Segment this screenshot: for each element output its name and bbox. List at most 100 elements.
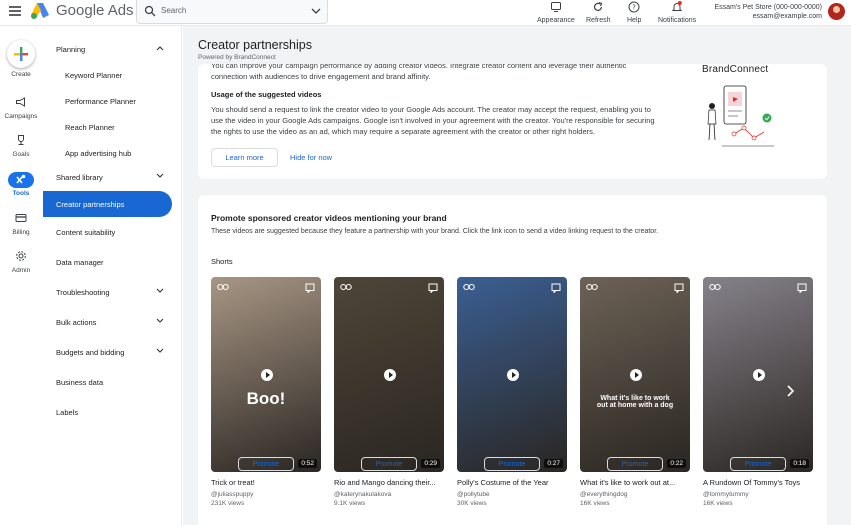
video-duration: 0:22	[667, 459, 686, 468]
notifications-label: Notifications	[658, 17, 697, 24]
video-title: Rio and Mango dancing their...	[334, 478, 436, 487]
sidebar-item-keyword-planner[interactable]: Keyword Planner	[43, 62, 182, 88]
sidebar-item-business-data[interactable]: Business data	[43, 369, 182, 395]
chevron-down-icon	[156, 348, 164, 353]
appearance-label: Appearance	[537, 17, 575, 24]
rail-create[interactable]: Create	[0, 40, 42, 78]
sidebar-item-shared-library[interactable]: Shared library	[43, 164, 182, 190]
video-thumbnail[interactable]: Boo! 0:52	[211, 277, 321, 472]
rail-campaigns[interactable]: Campaigns	[0, 96, 42, 120]
link-icon[interactable]	[340, 283, 352, 291]
usage-body: You should send a request to link the cr…	[211, 105, 655, 136]
rail-billing[interactable]: Billing	[0, 212, 42, 236]
sidebar-item-content-suitability[interactable]: Content suitability	[43, 219, 182, 245]
learn-more-button[interactable]: Learn more	[211, 148, 278, 167]
sidebar-item-reach-planner[interactable]: Reach Planner	[43, 114, 182, 140]
main-content: Creator partnerships Powered by BrandCon…	[183, 26, 851, 525]
link-icon[interactable]	[217, 283, 229, 291]
intro-card: You can improve your campaign performanc…	[198, 64, 827, 179]
sidebar-item-app-advertising-hub[interactable]: App advertising hub	[43, 140, 182, 166]
menu-icon[interactable]	[9, 6, 21, 16]
video-duration: 0:27	[544, 459, 563, 468]
promote-button[interactable]: Promote	[238, 457, 294, 471]
promote-button[interactable]: Promote	[484, 457, 540, 471]
video-thumbnail[interactable]: 0:27	[457, 277, 567, 472]
rail-campaigns-label: Campaigns	[4, 113, 38, 120]
chevron-right-icon[interactable]	[785, 385, 795, 397]
chevron-down-icon	[156, 318, 164, 323]
video-thumbnail[interactable]: 0:18	[703, 277, 813, 472]
app-title: Google Ads	[56, 2, 134, 19]
promote-card: Promote sponsored creator videos mention…	[198, 195, 827, 525]
play-icon[interactable]	[507, 369, 519, 381]
video-card[interactable]: 0:29 Rio and Mango dancing their... @kat…	[334, 277, 444, 507]
sidebar-item-business-data-label: Business data	[56, 377, 104, 387]
refresh-button[interactable]: Refresh	[586, 1, 611, 24]
rail-goals[interactable]: Goals	[0, 134, 42, 158]
sidebar-item-bulk-actions[interactable]: Bulk actions	[43, 309, 182, 335]
link-icon[interactable]	[709, 283, 721, 291]
sidebar-item-labels[interactable]: Labels	[43, 399, 182, 425]
sidebar-item-planning[interactable]: Planning	[43, 36, 182, 62]
hide-for-now-button[interactable]: Hide for now	[290, 148, 332, 167]
play-icon[interactable]	[630, 369, 642, 381]
video-title: Trick or treat!	[211, 478, 255, 487]
rail-admin[interactable]: Admin	[0, 250, 42, 274]
video-thumbnail[interactable]: What it's like to work out at home with …	[580, 277, 690, 472]
account-email: essam@example.com	[752, 13, 822, 20]
sidebar-item-app-advertising-hub-label: App advertising hub	[65, 148, 132, 158]
comment-icon	[428, 283, 438, 293]
video-card[interactable]: 0:18 A Rundown Of Tommy's Toys @tommytum…	[703, 277, 813, 507]
rail-goals-label: Goals	[12, 151, 30, 158]
sidebar-item-budgets-and-bidding-label: Budgets and bidding	[56, 347, 125, 357]
link-icon[interactable]	[463, 283, 475, 291]
video-handle: @everythingdog	[580, 491, 628, 498]
sidebar-item-data-manager-label: Data manager	[56, 257, 104, 267]
tools-icon	[8, 172, 34, 188]
play-icon[interactable]	[384, 369, 396, 381]
link-icon[interactable]	[586, 283, 598, 291]
rail-create-label: Create	[11, 71, 31, 78]
sidebar-item-data-manager[interactable]: Data manager	[43, 249, 182, 275]
appearance-button[interactable]: Appearance	[537, 1, 575, 24]
video-title: Polly's Costume of the Year	[457, 478, 549, 487]
play-icon[interactable]	[753, 369, 765, 381]
video-duration: 0:29	[421, 459, 440, 468]
account-name: Essam's Pet Store (000-000-0000)	[714, 4, 822, 11]
avatar[interactable]	[828, 3, 845, 20]
video-title: A Rundown Of Tommy's Toys	[703, 478, 801, 487]
video-card[interactable]: What it's like to work out at home with …	[580, 277, 690, 507]
video-card[interactable]: 0:27 Polly's Costume of the Year @pollyt…	[457, 277, 567, 507]
video-duration: 0:18	[790, 459, 809, 468]
chevron-down-icon	[156, 173, 164, 178]
comment-icon	[305, 283, 315, 293]
video-handle: @juliasspuppy	[211, 491, 254, 498]
rail-tools[interactable]: Tools	[0, 172, 42, 197]
video-views: 16K views	[580, 500, 610, 507]
notifications-button[interactable]: Notifications	[658, 1, 696, 24]
comment-icon	[551, 283, 561, 293]
promote-button[interactable]: Promote	[361, 457, 417, 471]
sidebar-item-troubleshooting[interactable]: Troubleshooting	[43, 279, 182, 305]
promote-button[interactable]: Promote	[730, 457, 786, 471]
video-card[interactable]: Boo! 0:52 Trick or treat! @juliasspuppy …	[211, 277, 321, 507]
video-views: 30K views	[457, 500, 487, 507]
comment-icon	[797, 283, 807, 293]
shorts-label: Shorts	[211, 257, 233, 266]
help-button[interactable]: ? Help	[627, 1, 641, 24]
navigation-rail: Create Campaigns Goals Tools Billing Adm…	[0, 26, 42, 525]
video-views: 231K views	[211, 500, 245, 507]
video-thumbnail[interactable]: 0:29	[334, 277, 444, 472]
promote-button[interactable]: Promote	[607, 457, 663, 471]
refresh-label: Refresh	[586, 17, 611, 24]
search-bar[interactable]: Search	[136, 0, 328, 24]
creator-illustration	[707, 85, 774, 147]
sidebar-item-performance-planner[interactable]: Performance Planner	[43, 88, 182, 114]
sidebar-item-budgets-and-bidding[interactable]: Budgets and bidding	[43, 339, 182, 365]
sidebar-item-creator-partnerships[interactable]: Creator partnerships	[43, 191, 172, 217]
video-handle: @pollytube	[457, 491, 490, 498]
play-icon[interactable]	[261, 369, 273, 381]
sidebar-item-bulk-actions-label: Bulk actions	[56, 317, 97, 327]
brandconnect-logo: BrandConnect	[702, 64, 769, 75]
account-info[interactable]: Essam's Pet Store (000-000-0000) essam@e…	[714, 3, 822, 21]
